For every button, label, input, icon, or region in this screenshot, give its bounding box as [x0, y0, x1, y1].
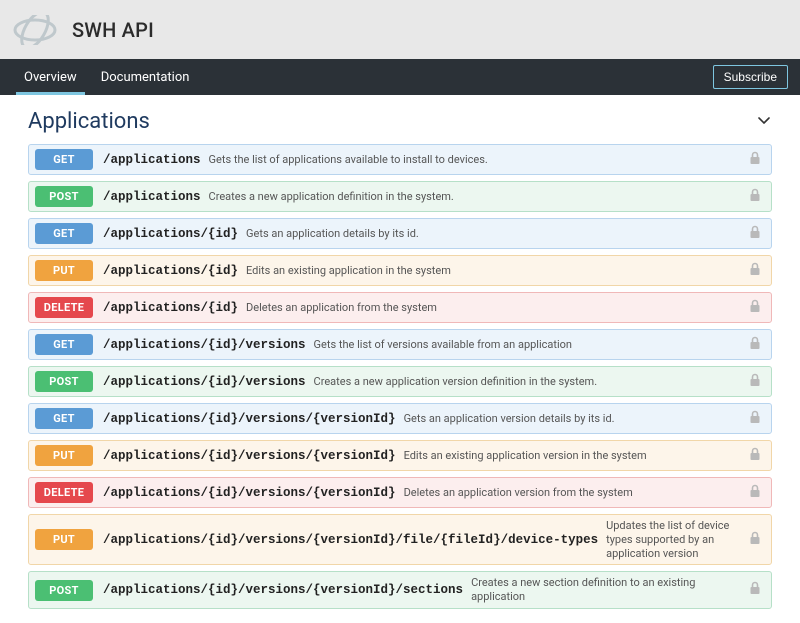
nav-bar: Overview Documentation Subscribe [0, 59, 800, 95]
endpoint-description: Creates a new application version defini… [314, 375, 745, 389]
method-badge: GET [35, 408, 93, 429]
endpoint-description: Deletes an application version from the … [404, 486, 745, 500]
section-title: Applications [28, 109, 150, 134]
operation-row[interactable]: GET/applications/{id} Gets an application… [28, 218, 772, 249]
operation-row[interactable]: PUT/applications/{id} Edits an existing a… [28, 255, 772, 286]
chevron-down-icon [756, 112, 772, 132]
method-badge: GET [35, 223, 93, 244]
subscribe-button[interactable]: Subscribe [713, 65, 788, 89]
endpoint-path: /applications/{id}/versions/{versionId} [103, 412, 396, 426]
endpoint-path: /applications/{id} [103, 227, 238, 241]
method-badge: PUT [35, 529, 93, 550]
operation-row[interactable]: POST/applications/{id}/versions/{version… [28, 571, 772, 609]
app-header: SWH API [0, 0, 800, 59]
lock-icon [745, 225, 765, 243]
endpoint-description: Creates a new application definition in … [209, 190, 745, 204]
operation-row[interactable]: GET/applications/{id}/versions/{versionI… [28, 403, 772, 434]
operation-row[interactable]: POST/applications Creates a new applicati… [28, 181, 772, 212]
nav-tabs: Overview Documentation [12, 59, 201, 95]
method-badge: POST [35, 580, 93, 601]
lock-icon [745, 336, 765, 354]
endpoint-path: /applications/{id}/versions/{versionId}/… [103, 533, 598, 547]
endpoint-path: /applications/{id}/versions [103, 338, 306, 352]
method-badge: GET [35, 334, 93, 355]
lock-icon [745, 373, 765, 391]
operation-row[interactable]: DELETE/applications/{id}/versions/{versi… [28, 477, 772, 508]
lock-icon [745, 447, 765, 465]
endpoint-description: Edits an existing application version in… [404, 449, 745, 463]
endpoint-description: Edits an existing application in the sys… [246, 264, 745, 278]
endpoint-path: /applications/{id}/versions/{versionId}/… [103, 583, 463, 597]
endpoint-path: /applications/{id}/versions/{versionId} [103, 486, 396, 500]
lock-icon [745, 299, 765, 317]
endpoint-path: /applications/{id} [103, 264, 238, 278]
lock-icon [745, 188, 765, 206]
lock-icon [745, 410, 765, 428]
method-badge: POST [35, 371, 93, 392]
operation-row[interactable]: GET/applications/{id}/versions Gets the l… [28, 329, 772, 360]
endpoint-path: /applications [103, 190, 201, 204]
operation-row[interactable]: PUT/applications/{id}/versions/{versionI… [28, 514, 772, 565]
method-badge: POST [35, 186, 93, 207]
lock-icon [745, 484, 765, 502]
method-badge: DELETE [35, 482, 93, 503]
endpoint-description: Creates a new section definition to an e… [471, 576, 745, 604]
lock-icon [745, 151, 765, 169]
endpoint-description: Gets an application version details by i… [404, 412, 745, 426]
endpoint-description: Gets the list of applications available … [209, 153, 745, 167]
endpoint-description: Deletes an application from the system [246, 301, 745, 315]
endpoint-path: /applications/{id} [103, 301, 238, 315]
app-title: SWH API [72, 18, 154, 42]
operation-row[interactable]: DELETE/applications/{id} Deletes an appli… [28, 292, 772, 323]
lock-icon [745, 262, 765, 280]
endpoint-path: /applications [103, 153, 201, 167]
method-badge: PUT [35, 445, 93, 466]
operations-list: GET/applications Gets the list of applica… [28, 144, 772, 609]
operation-row[interactable]: PUT/applications/{id}/versions/{versionI… [28, 440, 772, 471]
endpoint-description: Gets the list of versions available from… [314, 338, 745, 352]
section-header[interactable]: Applications [28, 109, 772, 134]
logo-icon [12, 15, 58, 45]
lock-icon [745, 581, 765, 599]
method-badge: GET [35, 149, 93, 170]
method-badge: PUT [35, 260, 93, 281]
operation-row[interactable]: GET/applications Gets the list of applica… [28, 144, 772, 175]
endpoint-description: Gets an application details by its id. [246, 227, 745, 241]
tab-overview[interactable]: Overview [12, 59, 89, 95]
endpoint-path: /applications/{id}/versions/{versionId} [103, 449, 396, 463]
tab-documentation[interactable]: Documentation [89, 59, 202, 95]
lock-icon [745, 531, 765, 549]
main-content: Applications GET/applications Gets the li… [0, 95, 800, 623]
endpoint-description: Updates the list of device types support… [606, 519, 745, 560]
operation-row[interactable]: POST/applications/{id}/versions Creates a… [28, 366, 772, 397]
endpoint-path: /applications/{id}/versions [103, 375, 306, 389]
method-badge: DELETE [35, 297, 93, 318]
